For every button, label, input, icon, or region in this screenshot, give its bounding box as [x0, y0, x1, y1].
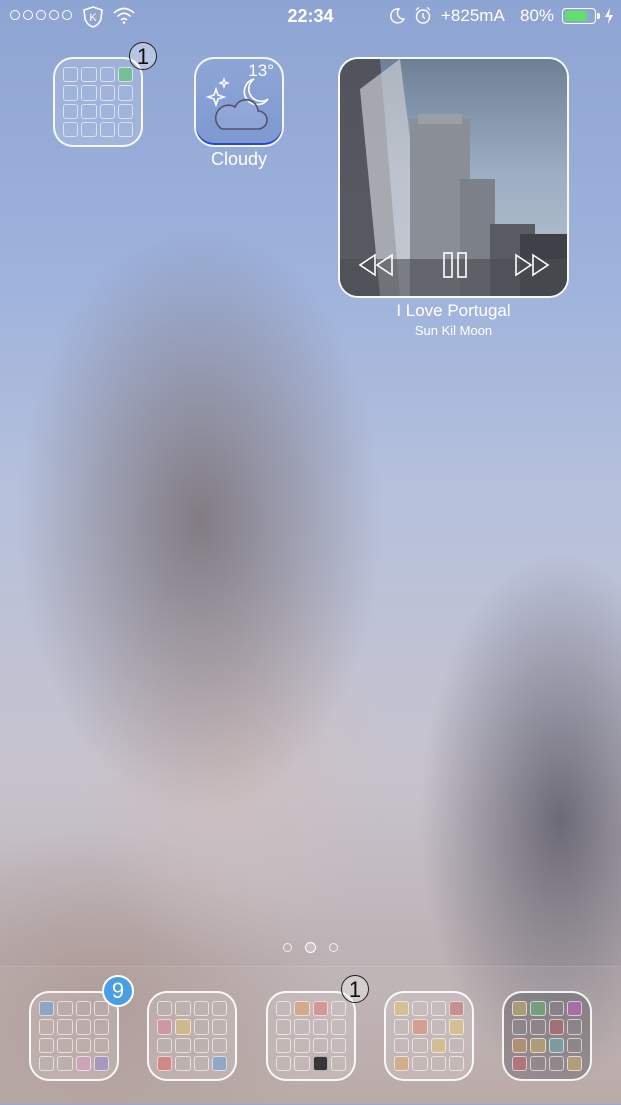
rewind-icon[interactable]: [358, 253, 394, 277]
weather-label: Cloudy: [210, 149, 268, 169]
page-dot[interactable]: [283, 943, 292, 952]
moon-icon: [390, 8, 406, 24]
song-artist: Sun Kil Moon: [414, 323, 493, 338]
dock-folder-1[interactable]: [29, 991, 119, 1081]
page-dot[interactable]: [329, 943, 338, 952]
dock-folder-3[interactable]: [266, 991, 356, 1081]
page-indicator[interactable]: [0, 942, 621, 953]
alarm-icon: [415, 6, 431, 24]
folder-icon[interactable]: [53, 57, 143, 147]
status-bar: K 22:34 +825mA 80%: [0, 0, 621, 34]
dock-folder-4[interactable]: [384, 991, 474, 1081]
dock-folder-2[interactable]: [147, 991, 237, 1081]
battery-icon: [562, 8, 600, 24]
dock-badge-1: 9: [102, 975, 134, 1007]
dock-folder-5[interactable]: [502, 991, 592, 1081]
charging-bolt-icon: [605, 8, 613, 24]
power-draw: +825mA: [441, 6, 505, 25]
notification-badge: 1: [129, 42, 157, 70]
dock-badge-3: 1: [341, 975, 369, 1003]
battery-percent: 80%: [520, 6, 555, 25]
night-cloudy-icon: [205, 76, 269, 130]
fast-forward-icon[interactable]: [514, 253, 550, 277]
weather-widget[interactable]: 13°: [194, 57, 284, 147]
page-dot-active[interactable]: [305, 942, 316, 953]
song-title: I Love Portugal: [396, 301, 511, 320]
battery-fill: [565, 11, 587, 21]
music-widget[interactable]: [338, 57, 569, 298]
pause-icon[interactable]: [442, 251, 468, 279]
